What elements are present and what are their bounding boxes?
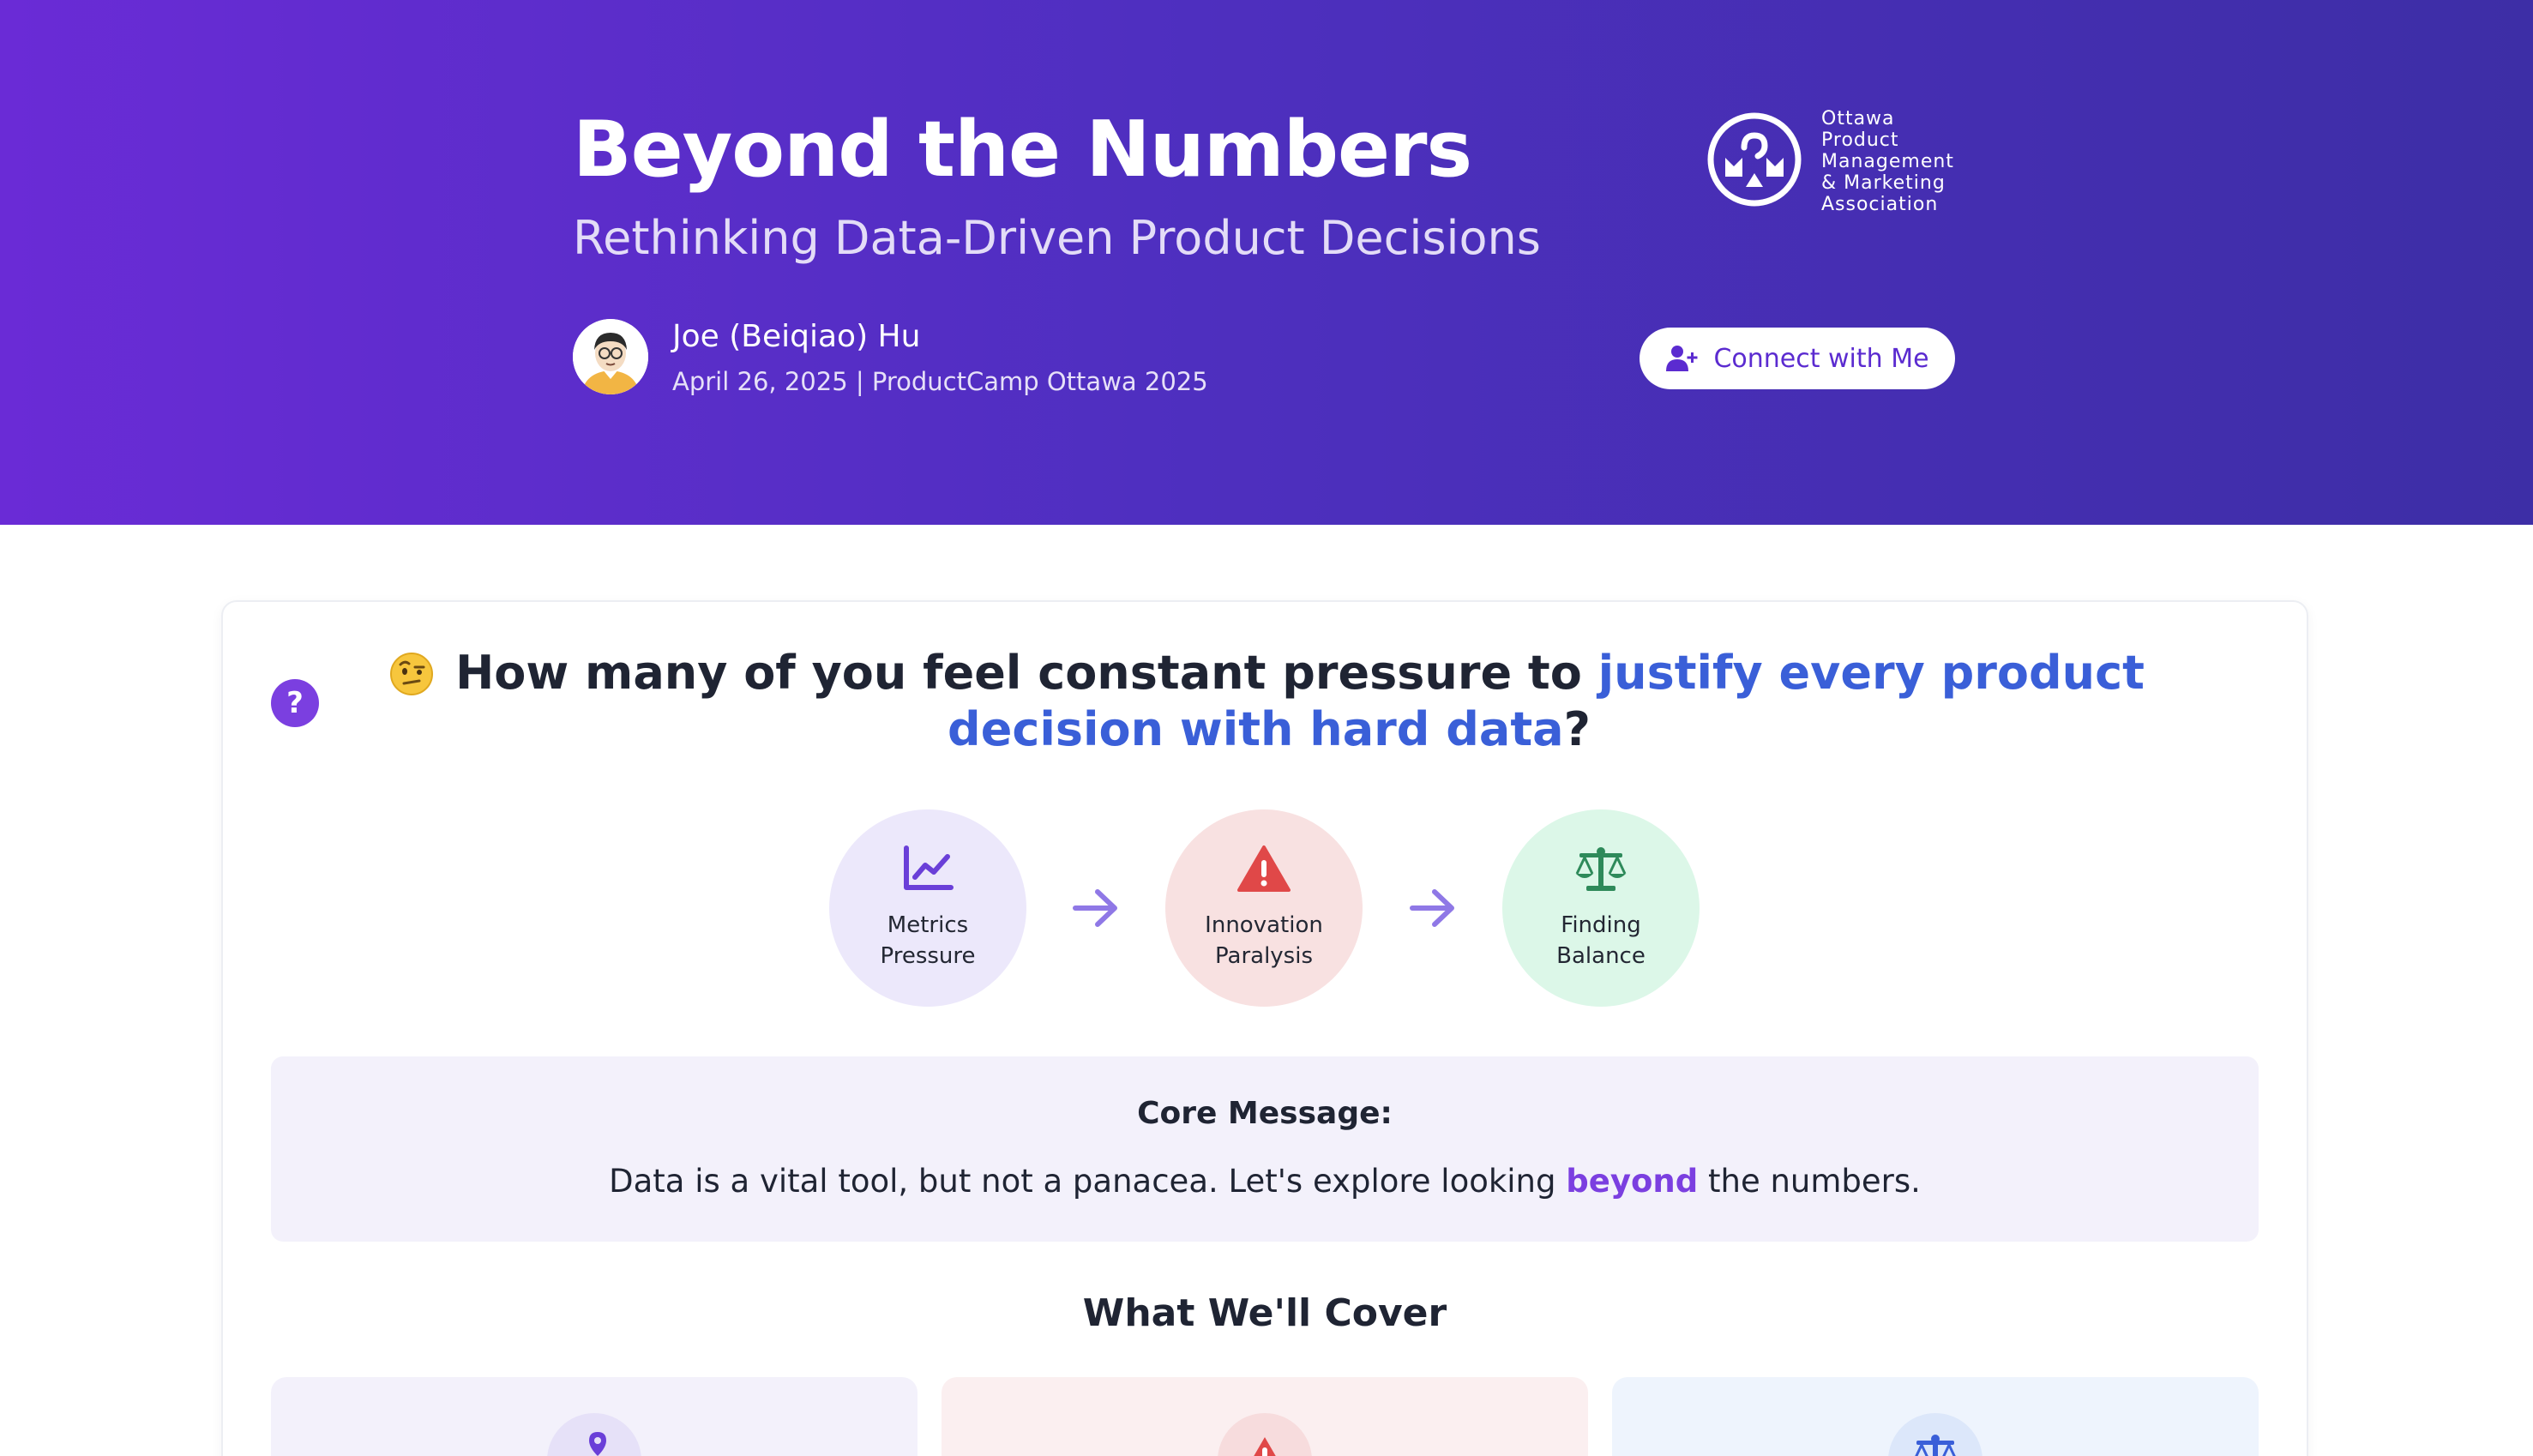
page-subtitle: Rethinking Data-Driven Product Decisions xyxy=(573,211,1541,265)
flow-step-metrics-pressure: Metrics Pressure xyxy=(829,809,1026,1007)
connect-button-label: Connect with Me xyxy=(1713,343,1929,374)
flow-step-finding-balance: Finding Balance xyxy=(1502,809,1700,1007)
warning-icon xyxy=(1254,1437,1276,1456)
core-message-title: Core Message: xyxy=(1137,1096,1393,1131)
flow-step-label: Finding Balance xyxy=(1556,912,1646,969)
connect-button[interactable]: Connect with Me xyxy=(1640,328,1955,389)
warning-icon xyxy=(1237,845,1291,892)
core-message-panel xyxy=(271,1056,2259,1242)
raised-eyebrow-emoji-icon xyxy=(390,653,433,695)
flow-step-label: Metrics Pressure xyxy=(880,912,976,969)
add-user-icon xyxy=(1666,346,1698,371)
author-name: Joe (Beiqiao) Hu xyxy=(672,319,921,354)
organization-name: Ottawa Product Management & Marketing As… xyxy=(1821,108,1954,215)
chart-line-icon xyxy=(904,845,954,890)
arrow-right-icon xyxy=(1410,889,1454,927)
arrow-right-icon xyxy=(1073,889,1117,927)
question-badge: ? xyxy=(271,679,319,727)
opening-question: How many of you feel constant pressure t… xyxy=(455,646,2145,756)
section-heading-cover: What We'll Cover xyxy=(1082,1291,1447,1335)
person-avatar-icon xyxy=(573,319,648,394)
flow-step-innovation-paralysis: Innovation Paralysis xyxy=(1165,809,1363,1007)
opmma-logo-icon xyxy=(1707,112,1802,207)
page-title: Beyond the Numbers xyxy=(573,105,1472,195)
core-message-text: Data is a vital tool, but not a panacea.… xyxy=(609,1163,1921,1200)
scale-icon xyxy=(1915,1435,1956,1456)
map-pin-icon xyxy=(589,1432,606,1456)
avatar xyxy=(573,319,648,394)
scale-icon xyxy=(1575,847,1627,891)
event-meta: April 26, 2025 | ProductCamp Ottawa 2025 xyxy=(672,367,1208,396)
flow-step-label: Innovation Paralysis xyxy=(1205,912,1323,969)
core-message-highlight: beyond xyxy=(1566,1163,1699,1200)
